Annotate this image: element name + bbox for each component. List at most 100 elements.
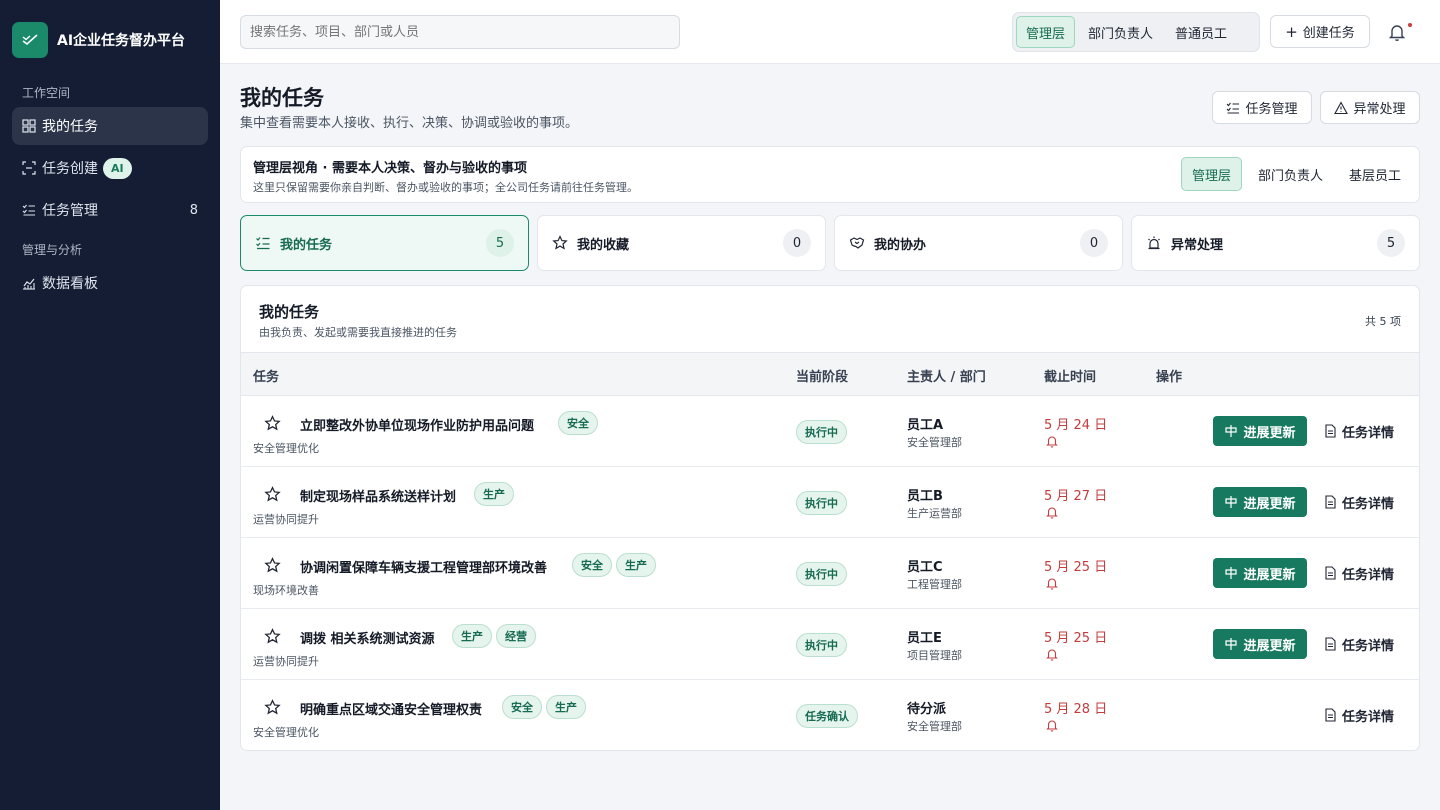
task-tags: 安全 生产 xyxy=(572,553,656,577)
stat-count: 5 xyxy=(486,229,514,257)
sidebar-item-task-create[interactable]: 任务创建 AI xyxy=(12,149,208,187)
table-row[interactable]: 调拨 相关系统测试资源 生产 经营 运营协同提升 执行中 员工E 项目管理部 5 … xyxy=(241,609,1419,680)
column-header-owner: 主责人 / 部门 xyxy=(907,370,986,385)
checklist-icon xyxy=(1227,102,1240,114)
task-detail-button[interactable]: 任务详情 xyxy=(1323,559,1394,587)
flag-icon xyxy=(1225,425,1238,437)
progress-update-button[interactable]: 进展更新 xyxy=(1213,487,1307,517)
task-detail-button[interactable]: 任务详情 xyxy=(1323,701,1394,729)
stat-count: 0 xyxy=(1080,229,1108,257)
star-icon[interactable] xyxy=(264,699,281,716)
list-title: 我的任务 xyxy=(259,303,320,321)
task-title[interactable]: 协调闲置保障车辆支援工程管理部环境改善 xyxy=(300,557,547,576)
task-title[interactable]: 明确重点区域交通安全管理权责 xyxy=(300,699,482,718)
role-card-title: 管理层视角 · 需要本人决策、督办与验收的事项 xyxy=(253,161,527,176)
role-card-tab-management[interactable]: 管理层 xyxy=(1180,157,1242,191)
role-tab-employee[interactable]: 普通员工 xyxy=(1166,16,1236,48)
stat-card-favorites[interactable]: 我的收藏 0 xyxy=(537,215,826,271)
progress-update-label: 进展更新 xyxy=(1243,496,1296,512)
task-category: 运营协同提升 xyxy=(253,655,319,668)
stat-card-my-tasks[interactable]: 我的任务 5 xyxy=(240,215,529,271)
progress-update-label: 进展更新 xyxy=(1243,567,1296,583)
sidebar-item-dashboard[interactable]: 数据看板 xyxy=(12,264,208,302)
table-header: 任务 当前阶段 主责人 / 部门 截止时间 操作 xyxy=(241,352,1419,396)
role-card-tab-dept-head[interactable]: 部门负责人 xyxy=(1248,157,1333,191)
task-tags: 安全 生产 xyxy=(502,695,586,719)
brand-logo-icon xyxy=(12,22,48,58)
document-icon xyxy=(1325,424,1336,438)
stat-card-exceptions[interactable]: 异常处理 5 xyxy=(1131,215,1420,271)
task-tags: 安全 xyxy=(558,411,598,435)
task-manage-button[interactable]: 任务管理 xyxy=(1212,91,1312,124)
sidebar-item-my-tasks[interactable]: 我的任务 xyxy=(12,107,208,145)
task-category: 现场环境改善 xyxy=(253,584,319,597)
table-row[interactable]: 明确重点区域交通安全管理权责 安全 生产 安全管理优化 任务确认 待分派 安全管理… xyxy=(241,680,1419,750)
sidebar-item-task-manage[interactable]: 任务管理 8 xyxy=(12,191,208,229)
task-title[interactable]: 立即整改外协单位现场作业防护用品问题 xyxy=(300,415,534,434)
nav-section-workspace: 工作空间 xyxy=(22,86,71,100)
table-row[interactable]: 协调闲置保障车辆支援工程管理部环境改善 安全 生产 现场环境改善 执行中 员工C … xyxy=(241,538,1419,609)
task-dept: 项目管理部 xyxy=(907,649,962,662)
stat-card-assists[interactable]: 我的协办 0 xyxy=(834,215,1123,271)
star-icon[interactable] xyxy=(264,415,281,432)
task-detail-button[interactable]: 任务详情 xyxy=(1323,488,1394,516)
task-tags: 生产 经营 xyxy=(452,624,536,648)
stat-count: 5 xyxy=(1377,229,1405,257)
document-icon xyxy=(1325,708,1336,722)
stat-label: 异常处理 xyxy=(1171,237,1224,253)
search-input[interactable] xyxy=(240,15,680,49)
progress-update-label: 进展更新 xyxy=(1243,638,1296,654)
stage-badge: 执行中 xyxy=(796,562,847,586)
bell-icon xyxy=(1046,578,1058,590)
brand[interactable]: AI企业任务督办平台 xyxy=(12,22,185,58)
notification-dot xyxy=(1408,23,1412,27)
role-tab-dept-head[interactable]: 部门负责人 xyxy=(1079,16,1162,48)
grid-icon xyxy=(22,119,36,133)
task-detail-button[interactable]: 任务详情 xyxy=(1323,630,1394,658)
task-owner: 员工B xyxy=(907,489,943,504)
sidebar-item-label: 数据看板 xyxy=(42,276,98,292)
progress-update-button[interactable]: 进展更新 xyxy=(1213,629,1307,659)
task-detail-label: 任务详情 xyxy=(1342,425,1395,441)
sidebar-item-label: 我的任务 xyxy=(42,119,98,135)
task-detail-label: 任务详情 xyxy=(1342,496,1395,512)
handshake-icon xyxy=(849,237,865,249)
chart-icon xyxy=(23,278,35,290)
table-row[interactable]: 立即整改外协单位现场作业防护用品问题 安全 安全管理优化 执行中 员工A 安全管… xyxy=(241,396,1419,467)
flag-icon xyxy=(1225,638,1238,650)
task-tags: 生产 xyxy=(474,482,514,506)
star-icon[interactable] xyxy=(264,486,281,503)
column-header-due: 截止时间 xyxy=(1044,370,1097,385)
role-tab-management[interactable]: 管理层 xyxy=(1016,16,1076,48)
bell-icon xyxy=(1046,436,1058,448)
brand-name: AI企业任务督办平台 xyxy=(57,33,186,49)
create-task-button[interactable]: + 创建任务 xyxy=(1270,15,1370,48)
list-total: 共 5 项 xyxy=(1365,315,1401,328)
task-manage-label: 任务管理 xyxy=(1245,102,1298,117)
star-icon xyxy=(552,235,568,250)
exception-button[interactable]: 异常处理 xyxy=(1320,91,1420,124)
flag-icon xyxy=(1225,496,1238,508)
role-card-tab-staff[interactable]: 基层员工 xyxy=(1339,157,1411,191)
progress-update-button[interactable]: 进展更新 xyxy=(1213,558,1307,588)
task-detail-button[interactable]: 任务详情 xyxy=(1323,417,1394,445)
page-title: 我的任务 xyxy=(240,86,324,110)
bell-icon[interactable] xyxy=(1385,20,1409,44)
progress-update-button[interactable]: 进展更新 xyxy=(1213,416,1307,446)
checklist-icon xyxy=(22,204,35,216)
task-title[interactable]: 制定现场样品系统送样计划 xyxy=(300,486,456,505)
role-card-tabs: 管理层 部门负责人 基层员工 xyxy=(1180,157,1411,191)
document-icon xyxy=(1325,566,1336,580)
bell-icon xyxy=(1046,507,1058,519)
role-switch: 管理层 部门负责人 普通员工 xyxy=(1012,12,1260,52)
stat-label: 我的协办 xyxy=(874,237,927,253)
topbar: 管理层 部门负责人 普通员工 + 创建任务 xyxy=(220,0,1440,64)
flag-icon xyxy=(1225,567,1238,579)
task-title[interactable]: 调拨 相关系统测试资源 xyxy=(300,628,435,647)
due-date: 5 月 27 日 xyxy=(1044,489,1108,504)
star-icon[interactable] xyxy=(264,557,281,574)
document-icon xyxy=(1325,637,1336,651)
stage-badge: 执行中 xyxy=(796,420,847,444)
star-icon[interactable] xyxy=(264,628,281,645)
table-row[interactable]: 制定现场样品系统送样计划 生产 运营协同提升 执行中 员工B 生产运营部 5 月… xyxy=(241,467,1419,538)
